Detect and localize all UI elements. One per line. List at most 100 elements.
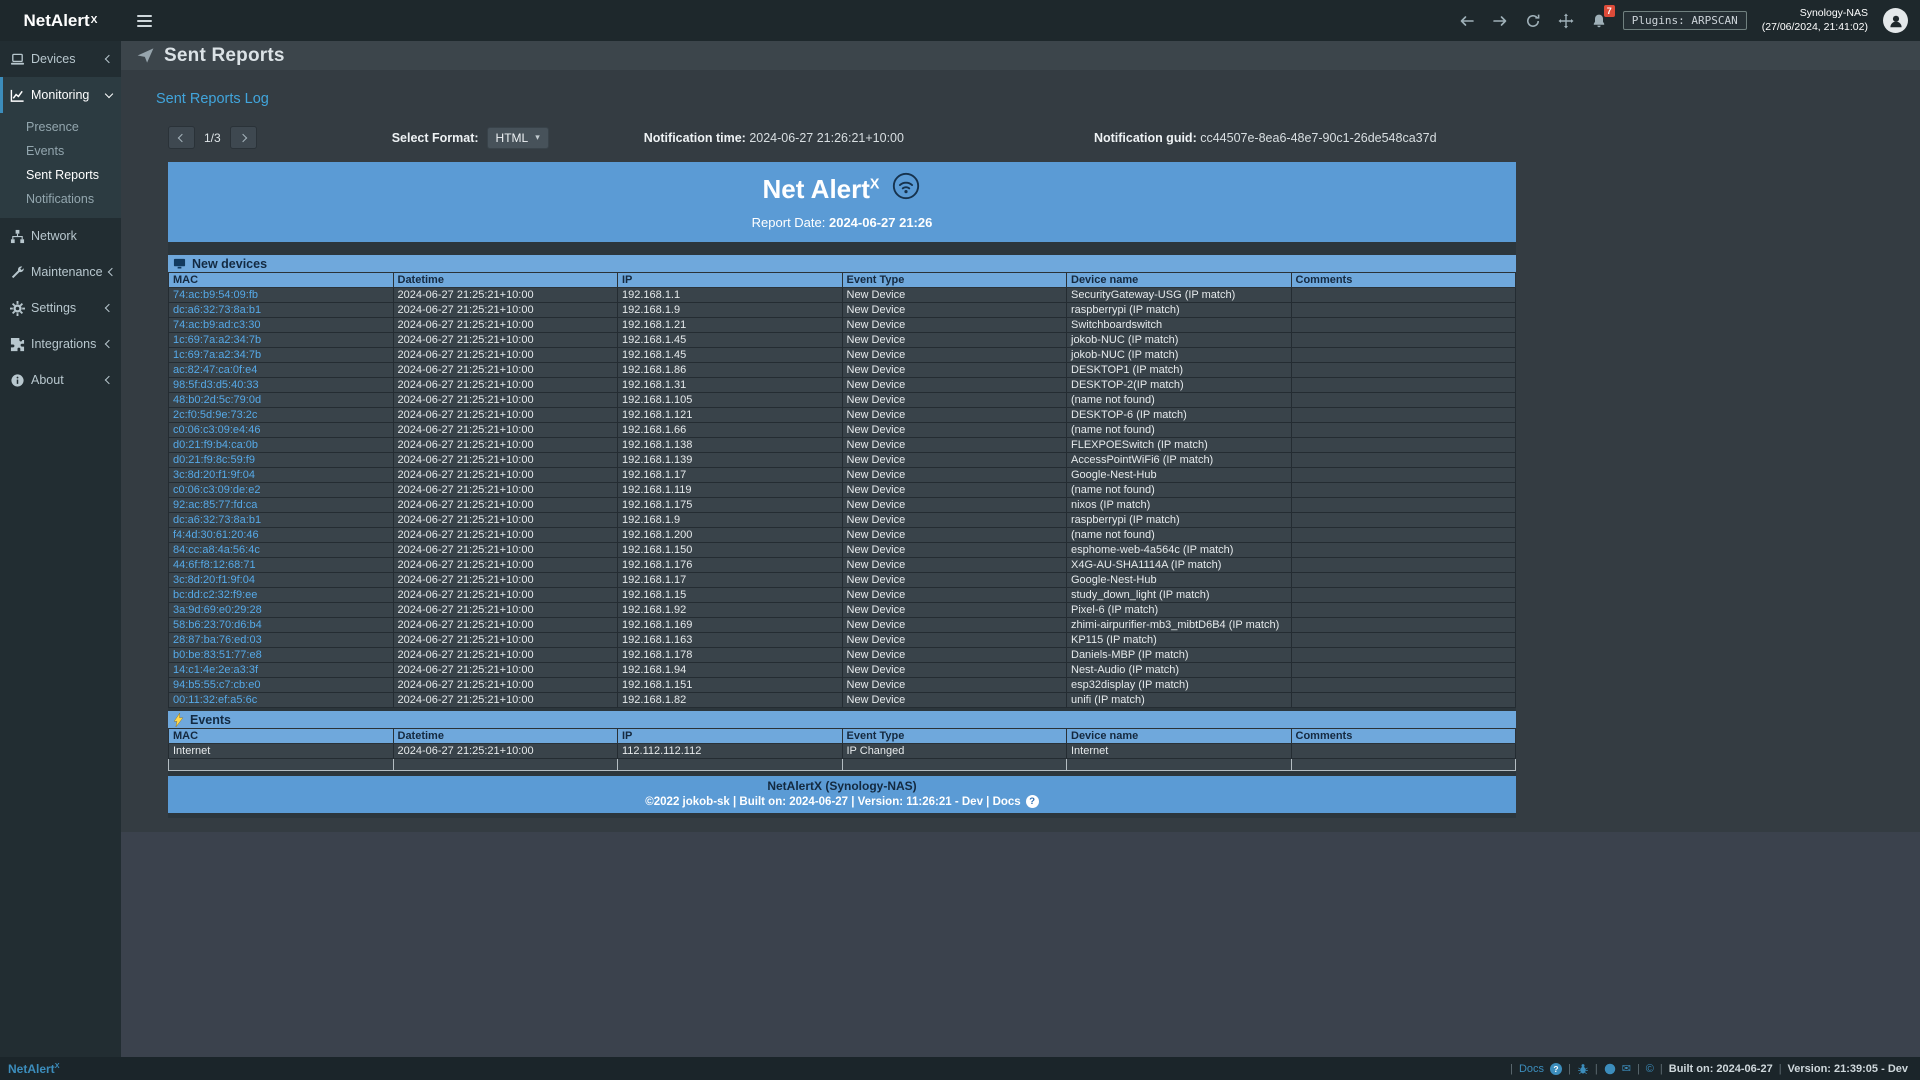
sidebar-item-presence[interactable]: Presence bbox=[0, 115, 121, 139]
mac-link[interactable]: d0:21:f9:b4:ca:0b bbox=[169, 438, 394, 453]
sidebar: Devices Monitoring Presence Events Sent … bbox=[0, 41, 121, 1057]
mac-link[interactable]: 1c:69:7a:a2:34:7b bbox=[169, 348, 394, 363]
mac-link[interactable]: 1c:69:7a:a2:34:7b bbox=[169, 333, 394, 348]
table-cell bbox=[1291, 558, 1516, 573]
sidebar-item-network[interactable]: Network bbox=[0, 218, 121, 254]
table-row: Internet2024-06-27 21:25:21+10:00112.112… bbox=[169, 744, 1516, 759]
sidebar-item-integrations[interactable]: Integrations bbox=[0, 326, 121, 362]
mac-link[interactable]: 74:ac:b9:54:09:fb bbox=[169, 288, 394, 303]
docs-help-icon[interactable]: ? bbox=[1550, 1063, 1562, 1075]
forward-icon[interactable] bbox=[1491, 12, 1509, 30]
table-cell: New Device bbox=[842, 618, 1067, 633]
avatar[interactable] bbox=[1883, 8, 1908, 33]
monitoring-submenu: Presence Events Sent Reports Notificatio… bbox=[0, 113, 121, 218]
move-icon[interactable] bbox=[1557, 12, 1575, 30]
table-cell bbox=[1291, 303, 1516, 318]
mac-link[interactable]: bc:dd:c2:32:f9:ee bbox=[169, 588, 394, 603]
table-cell bbox=[1291, 513, 1516, 528]
mac-link[interactable]: 14:c1:4e:2e:a3:3f bbox=[169, 663, 394, 678]
sent-reports-log-link[interactable]: Sent Reports Log bbox=[156, 91, 269, 107]
footer-docs-link[interactable]: Docs bbox=[1519, 1063, 1544, 1075]
sidebar-item-events[interactable]: Events bbox=[0, 139, 121, 163]
bug-report-icon[interactable] bbox=[1577, 1063, 1589, 1075]
sidebar-label: Monitoring bbox=[31, 88, 89, 102]
table-cell: New Device bbox=[842, 318, 1067, 333]
sidebar-item-settings[interactable]: Settings bbox=[0, 290, 121, 326]
mac-link[interactable]: 94:b5:55:c7:cb:e0 bbox=[169, 678, 394, 693]
table-cell bbox=[1291, 468, 1516, 483]
mac-link[interactable]: 74:ac:b9:ad:c3:30 bbox=[169, 318, 394, 333]
chevron-left-icon bbox=[107, 268, 115, 276]
mac-link[interactable]: 44:6f:f8:12:68:71 bbox=[169, 558, 394, 573]
brand-logo[interactable]: NetAlertX bbox=[0, 0, 121, 41]
mail-icon[interactable]: ✉ bbox=[1622, 1062, 1631, 1075]
page-footer: NetAlertX | Docs ? | | ✉ | © | Built on:… bbox=[0, 1057, 1920, 1080]
mac-link[interactable]: 58:b6:23:70:d6:b4 bbox=[169, 618, 394, 633]
mac-link[interactable]: dc:a6:32:73:8a:b1 bbox=[169, 513, 394, 528]
sidebar-item-devices[interactable]: Devices bbox=[0, 41, 121, 77]
copyright-icon[interactable]: © bbox=[1646, 1063, 1654, 1075]
table-cell: 192.168.1.176 bbox=[618, 558, 843, 573]
table-cell: 192.168.1.15 bbox=[618, 588, 843, 603]
new-devices-section-header: New devices bbox=[168, 255, 1516, 272]
sidebar-item-monitoring[interactable]: Monitoring bbox=[0, 77, 121, 113]
plugins-badge[interactable]: Plugins: ARPSCAN bbox=[1623, 11, 1747, 30]
chevron-down-icon bbox=[105, 89, 113, 97]
mac-link[interactable]: 3a:9d:69:e0:29:28 bbox=[169, 603, 394, 618]
table-cell: 192.168.1.31 bbox=[618, 378, 843, 393]
prev-page-button[interactable] bbox=[168, 126, 195, 149]
host-name: Synology-NAS bbox=[1762, 7, 1868, 21]
table-cell: 112.112.112.112 bbox=[618, 744, 843, 759]
mac-link[interactable]: 2c:f0:5d:9e:73:2c bbox=[169, 408, 394, 423]
mac-link[interactable]: 28:87:ba:76:ed:03 bbox=[169, 633, 394, 648]
table-cell: study_down_light (IP match) bbox=[1067, 588, 1292, 603]
mac-link[interactable]: 48:b0:2d:5c:79:0d bbox=[169, 393, 394, 408]
table-cell bbox=[1291, 393, 1516, 408]
mac-link[interactable]: d0:21:f9:8c:59:f9 bbox=[169, 453, 394, 468]
mac-link[interactable]: f4:4d:30:61:20:46 bbox=[169, 528, 394, 543]
table-cell: 2024-06-27 21:25:21+10:00 bbox=[393, 573, 618, 588]
docs-help-icon[interactable]: ? bbox=[1026, 795, 1039, 808]
sidebar-item-about[interactable]: About bbox=[0, 362, 121, 398]
report-footer-title: NetAlertX (Synology-NAS) bbox=[168, 779, 1516, 793]
caret-down-icon: ▾ bbox=[535, 132, 540, 143]
table-cell: New Device bbox=[842, 498, 1067, 513]
table-cell: nixos (IP match) bbox=[1067, 498, 1292, 513]
content-column: Sent Reports Sent Reports Log 1/3 Select… bbox=[121, 41, 1920, 1057]
mac-link[interactable]: 84:cc:a8:4a:56:4c bbox=[169, 543, 394, 558]
table-row: c0:06:c3:09:de:e22024-06-27 21:25:21+10:… bbox=[169, 483, 1516, 498]
footer-brand[interactable]: NetAlertX bbox=[0, 1061, 59, 1076]
table-cell bbox=[1291, 348, 1516, 363]
table-cell: (name not found) bbox=[1067, 483, 1292, 498]
sidebar-item-notifications[interactable]: Notifications bbox=[0, 187, 121, 211]
table-cell: 192.168.1.86 bbox=[618, 363, 843, 378]
mac-link[interactable]: c0:06:c3:09:de:e2 bbox=[169, 483, 394, 498]
mac-link[interactable]: dc:a6:32:73:8a:b1 bbox=[169, 303, 394, 318]
mac-link[interactable]: b0:be:83:51:77:e8 bbox=[169, 648, 394, 663]
mac-link[interactable]: 92:ac:85:77:fd:ca bbox=[169, 498, 394, 513]
separator: | bbox=[1637, 1063, 1640, 1075]
column-header: MAC bbox=[169, 729, 394, 744]
table-row: 74:ac:b9:ad:c3:302024-06-27 21:25:21+10:… bbox=[169, 318, 1516, 333]
notification-guid-value: cc44507e-8ea6-48e7-90c1-26de548ca37d bbox=[1200, 131, 1436, 145]
table-cell: New Device bbox=[842, 543, 1067, 558]
mac-link[interactable]: 3c:8d:20:f1:9f:04 bbox=[169, 573, 394, 588]
sidebar-toggle-button[interactable] bbox=[121, 0, 167, 41]
mac-link[interactable]: ac:82:47:ca:0f:e4 bbox=[169, 363, 394, 378]
table-row: d0:21:f9:b4:ca:0b2024-06-27 21:25:21+10:… bbox=[169, 438, 1516, 453]
mac-link[interactable]: 98:5f:d3:d5:40:33 bbox=[169, 378, 394, 393]
table-cell: New Device bbox=[842, 663, 1067, 678]
format-select[interactable]: HTML ▾ bbox=[487, 127, 549, 149]
sidebar-item-sent-reports[interactable]: Sent Reports bbox=[0, 163, 121, 187]
table-row: d0:21:f9:8c:59:f92024-06-27 21:25:21+10:… bbox=[169, 453, 1516, 468]
notifications-bell-icon[interactable]: 7 bbox=[1590, 12, 1608, 30]
mac-link[interactable]: 3c:8d:20:f1:9f:04 bbox=[169, 468, 394, 483]
sidebar-item-maintenance[interactable]: Maintenance bbox=[0, 254, 121, 290]
github-icon[interactable] bbox=[1604, 1063, 1616, 1075]
next-page-button[interactable] bbox=[230, 126, 257, 149]
mac-link[interactable]: c0:06:c3:09:e4:46 bbox=[169, 423, 394, 438]
refresh-icon[interactable] bbox=[1524, 12, 1542, 30]
back-icon[interactable] bbox=[1458, 12, 1476, 30]
table-cell bbox=[1291, 453, 1516, 468]
mac-link[interactable]: 00:11:32:ef:a5:6c bbox=[169, 693, 394, 708]
